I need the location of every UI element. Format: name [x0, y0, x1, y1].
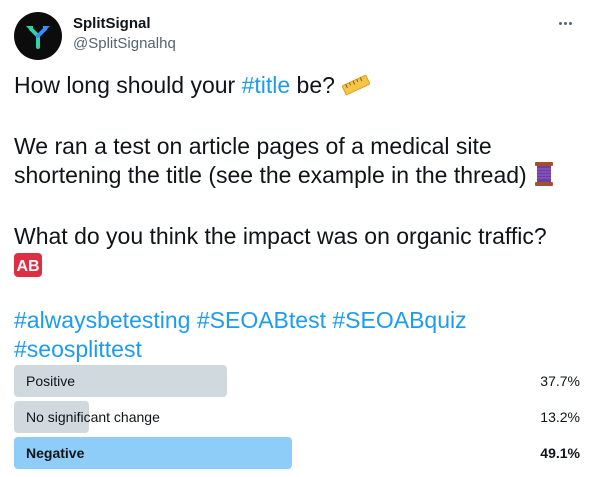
- tweet-text: How long should your #title be? We ran a…: [14, 71, 580, 364]
- user-handle[interactable]: @SplitSignalhq: [73, 34, 176, 54]
- poll-choice: Negative 49.1%: [14, 437, 580, 469]
- tweet-paragraph-2: We ran a test on article pages of a medi…: [14, 132, 580, 194]
- poll: Positive 37.7% No significant change 13.…: [14, 365, 580, 473]
- poll-choice-percent: 49.1%: [540, 445, 580, 461]
- poll-choice: No significant change 13.2%: [14, 401, 580, 433]
- author-names: SplitSignal @SplitSignalhq: [73, 14, 176, 54]
- ab-button-icon: AB: [14, 253, 42, 284]
- hashtag-link[interactable]: #title: [242, 72, 291, 98]
- tweet-header: SplitSignal @SplitSignalhq: [14, 12, 580, 62]
- avatar[interactable]: [14, 12, 62, 60]
- hashtag-link[interactable]: #alwaysbetesting: [14, 307, 190, 333]
- split-arrows-logo-icon: [26, 26, 50, 49]
- text-segment: We ran a test on article pages of a medi…: [14, 133, 534, 188]
- hashtag-link[interactable]: #SEOABtest: [197, 307, 326, 333]
- thread-spool-icon: [533, 161, 555, 194]
- poll-choice-percent: 13.2%: [540, 409, 580, 425]
- hashtag-list: #alwaysbetesting #SEOABtest #SEOABquiz #…: [14, 306, 580, 364]
- tweet-paragraph-1: How long should your #title be?: [14, 71, 580, 104]
- poll-choice-percent: 37.7%: [540, 373, 580, 389]
- poll-choice-label: Negative: [26, 445, 85, 461]
- hashtag-link[interactable]: #seosplittest: [14, 336, 142, 362]
- text-segment: How long should your: [14, 72, 242, 98]
- text-segment: What do you think the impact was on orga…: [14, 223, 547, 249]
- display-name[interactable]: SplitSignal: [73, 14, 176, 34]
- ruler-icon: [341, 73, 371, 104]
- hashtag-link[interactable]: #SEOABquiz: [332, 307, 466, 333]
- poll-choice-label: No significant change: [26, 409, 160, 425]
- more-options-icon[interactable]: [554, 16, 576, 30]
- poll-choice-label: Positive: [26, 373, 76, 389]
- tweet-paragraph-3: What do you think the impact was on orga…: [14, 222, 580, 284]
- svg-text:AB: AB: [16, 258, 39, 275]
- text-segment: be?: [290, 72, 342, 98]
- poll-choice: Positive 37.7%: [14, 365, 580, 397]
